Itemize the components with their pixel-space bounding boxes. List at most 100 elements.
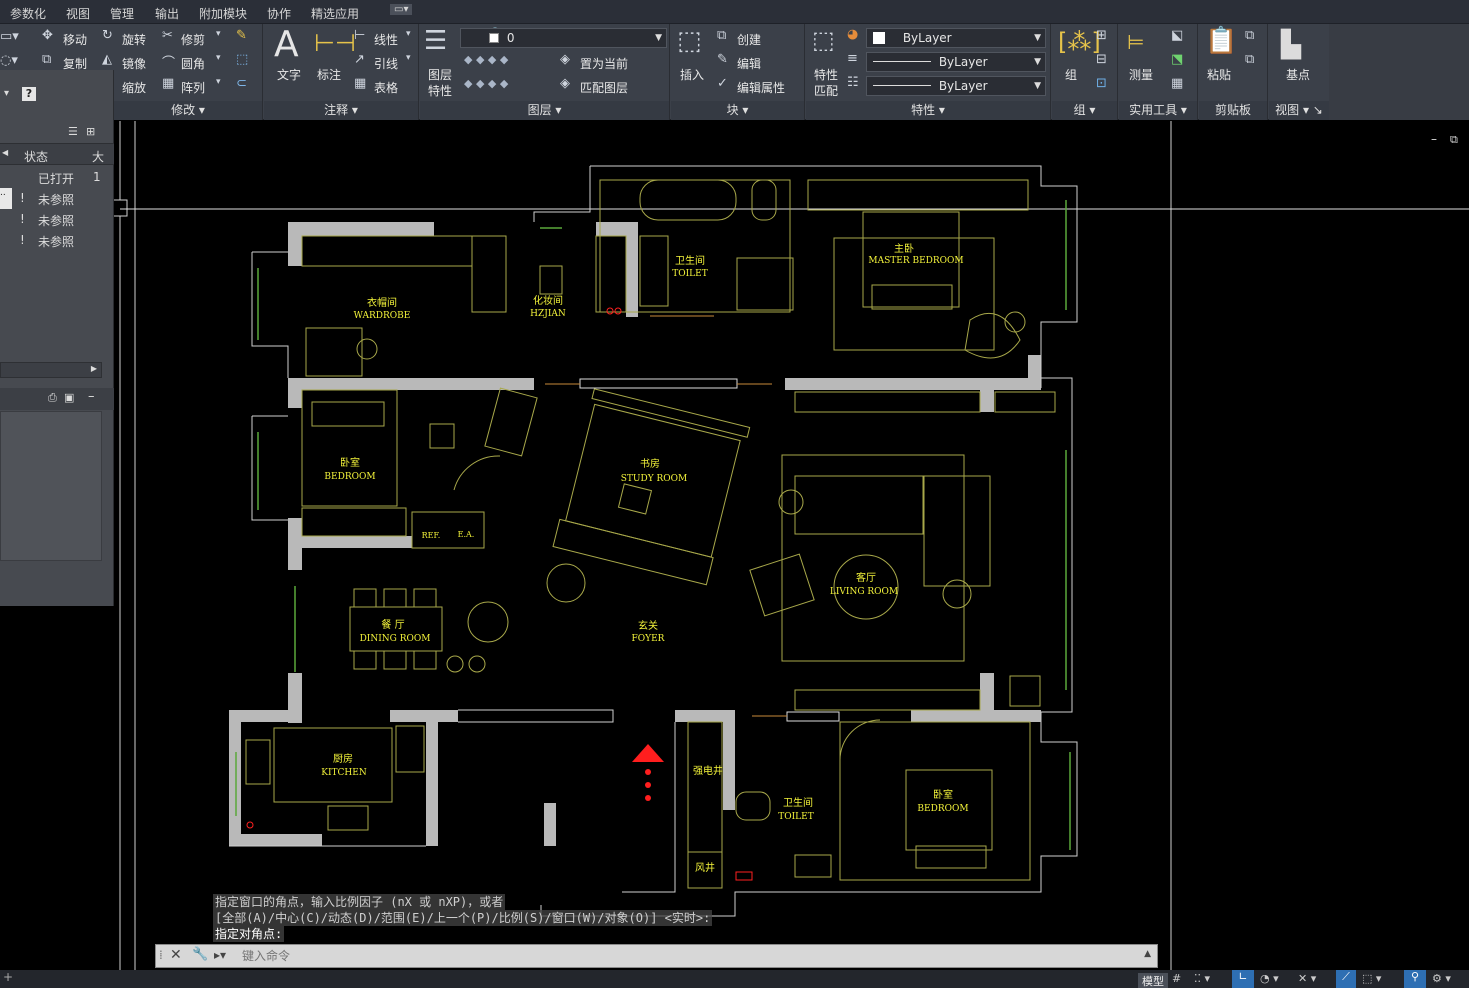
leader-button[interactable]: 引线 <box>374 55 398 72</box>
close-icon[interactable]: ✕ <box>170 947 182 963</box>
command-history-toggle-icon[interactable]: ▲ <box>1144 949 1151 959</box>
quick-select-icon[interactable]: ⬕ <box>1171 28 1183 43</box>
dimension-icon[interactable]: ⊢⊣ <box>314 29 356 57</box>
fillet-dropdown-icon[interactable]: ▾ <box>216 53 221 63</box>
linetype-icon[interactable]: ☷ <box>847 75 859 90</box>
match-properties-button2[interactable]: 匹配 <box>814 82 838 99</box>
copy-icon[interactable]: ⧉ <box>42 52 51 67</box>
restore-icon[interactable]: ⧉ <box>1450 133 1458 146</box>
group-icon[interactable]: [⁂] <box>1058 28 1101 56</box>
rect-icon[interactable]: ▭▾ <box>0 29 19 44</box>
linear-icon[interactable]: ⊢ <box>354 28 365 43</box>
measure-icon[interactable]: ⊨ <box>1127 30 1144 54</box>
set-current-icon[interactable]: ◈ <box>560 52 570 67</box>
xref-row[interactable]: ! 未参照 <box>0 209 114 230</box>
col-size-header[interactable]: 大 <box>92 148 104 165</box>
match-properties-icon[interactable]: ⬚ <box>812 26 835 54</box>
clipboard-group-label[interactable]: 剪贴板 <box>1199 101 1267 120</box>
linear-button[interactable]: 线性 <box>374 31 398 48</box>
basepoint-icon[interactable]: ▙ <box>1281 30 1301 60</box>
command-input[interactable] <box>242 947 1132 965</box>
rotate-icon[interactable]: ↻ <box>102 28 113 43</box>
insert-block-icon[interactable]: ⬚ <box>677 26 702 56</box>
workspace-icon[interactable]: ⚙ ▾ <box>1432 972 1451 985</box>
text-button[interactable]: 文字 <box>277 66 301 83</box>
menu-output[interactable]: 输出 <box>155 5 179 22</box>
utilities-group-label[interactable]: 实用工具 ▾ <box>1119 101 1197 120</box>
paste-icon[interactable]: 📋 <box>1205 26 1237 56</box>
drawing-canvas[interactable]: 衣帽间 WARDROBE 化妆间 HZJIAN 卫生间 TOILET 主卧 MA… <box>0 121 1469 970</box>
layer-properties-icon[interactable]: ☰ <box>424 26 447 56</box>
model-tab[interactable]: 模型 <box>1138 973 1168 988</box>
array-button[interactable]: 阵列 <box>181 79 205 96</box>
menu-collaborate[interactable]: 协作 <box>267 5 291 22</box>
list-view-icon[interactable]: ☰ <box>68 125 78 138</box>
lineweight-icon[interactable]: ≡ <box>847 51 858 66</box>
select-all-icon[interactable]: ⬔ <box>1171 52 1183 67</box>
details-icon[interactable]: ⎙ <box>48 391 57 405</box>
edit-attributes-button[interactable]: 编辑属性 <box>737 79 785 96</box>
table-button[interactable]: 表格 <box>374 79 398 96</box>
create-block-button[interactable]: 创建 <box>737 31 761 48</box>
text-icon[interactable]: A <box>274 24 299 65</box>
sort-icon[interactable]: ◀ <box>2 148 8 157</box>
menu-featured[interactable]: 精选应用 <box>311 5 359 22</box>
match-layer-icon[interactable]: ◈ <box>560 76 570 91</box>
xref-row[interactable]: .. ! 未参照 <box>0 188 114 209</box>
dropdown-icon[interactable]: ▾ <box>4 88 9 99</box>
calculator-icon[interactable]: ▦ <box>1171 76 1183 91</box>
match-layer-button[interactable]: 匹配图层 <box>580 79 628 96</box>
grid-icon[interactable]: # <box>1172 972 1181 985</box>
trim-icon[interactable]: ✂ <box>162 28 173 43</box>
rotate-button[interactable]: 旋转 <box>122 31 146 48</box>
polar-icon[interactable]: ◔ ▾ <box>1260 972 1279 985</box>
layer-properties-button1[interactable]: 图层 <box>428 66 452 83</box>
create-block-icon[interactable]: ⧉ <box>717 28 726 43</box>
lineweight-dropdown[interactable]: ByLayer ▼ <box>866 52 1046 72</box>
layer-tools-row2-icon[interactable]: ◆ ◆ ◆ ◆ <box>464 77 508 90</box>
insert-button[interactable]: 插入 <box>680 66 704 83</box>
groups-group-label[interactable]: 组 ▾ <box>1052 101 1117 120</box>
move-button[interactable]: 移动 <box>63 31 87 48</box>
layer-dropdown[interactable]: 0 ▼ <box>460 28 667 48</box>
annotation-group-label[interactable]: 注释 ▾ <box>264 101 418 120</box>
preview-icon[interactable]: ▣ <box>64 391 74 404</box>
ortho-icon[interactable]: ∟ <box>1232 970 1254 988</box>
paste-button[interactable]: 粘贴 <box>1207 66 1231 83</box>
tree-view-icon[interactable]: ⊞ <box>86 125 95 138</box>
edit-block-button[interactable]: 编辑 <box>737 55 761 72</box>
table-icon[interactable]: ▦ <box>354 76 366 91</box>
explode-icon[interactable]: ⬚ <box>236 52 248 67</box>
annotation-icon[interactable]: ⚲ <box>1404 970 1426 988</box>
edit-block-icon[interactable]: ✎ <box>717 52 728 67</box>
group-select-icon[interactable]: ⊡ <box>1096 76 1107 91</box>
basepoint-button[interactable]: 基点 <box>1286 66 1310 83</box>
layers-group-label[interactable]: 图层 ▾ <box>420 101 669 120</box>
edit-attributes-icon[interactable]: ✓ <box>717 76 728 91</box>
properties-group-label[interactable]: 特性 ▾ <box>806 101 1050 120</box>
linear-dropdown-icon[interactable]: ▾ <box>406 29 411 39</box>
fillet-icon[interactable]: ⌒ <box>162 52 175 71</box>
workspace-toggle-icon[interactable]: ▭▾ <box>390 4 413 15</box>
modify-group-label[interactable]: 修改 ▾ <box>114 101 262 120</box>
help-icon[interactable]: ? <box>22 87 36 101</box>
copy-clip-icon[interactable]: ⧉ <box>1245 52 1254 67</box>
color-wheel-icon[interactable]: ◕ <box>847 27 858 42</box>
mirror-button[interactable]: 镜像 <box>122 55 146 72</box>
dimension-button[interactable]: 标注 <box>317 66 341 83</box>
add-layout-icon[interactable]: + <box>3 970 13 984</box>
move-icon[interactable]: ✥ <box>42 28 53 43</box>
menu-manage[interactable]: 管理 <box>110 5 134 22</box>
ungroup-icon[interactable]: ⊞ <box>1096 28 1107 43</box>
match-properties-button1[interactable]: 特性 <box>814 66 838 83</box>
layer-tools-row1-icon[interactable]: ◆ ◆ ◆ ◆ <box>464 53 508 66</box>
menu-parametric[interactable]: 参数化 <box>10 5 46 22</box>
block-group-label[interactable]: 块 ▾ <box>671 101 804 120</box>
cut-icon[interactable]: ⧉ <box>1245 28 1254 43</box>
offset-icon[interactable]: ⊂ <box>236 76 247 91</box>
collapse-icon[interactable]: – <box>88 389 95 404</box>
command-prompt-icon[interactable]: ▸▾ <box>214 948 226 962</box>
otrack-icon[interactable]: ⟋ <box>1336 970 1356 988</box>
col-status-header[interactable]: 状态 <box>24 148 48 165</box>
lineweight-toggle-icon[interactable]: ⬚ ▾ <box>1362 972 1381 985</box>
